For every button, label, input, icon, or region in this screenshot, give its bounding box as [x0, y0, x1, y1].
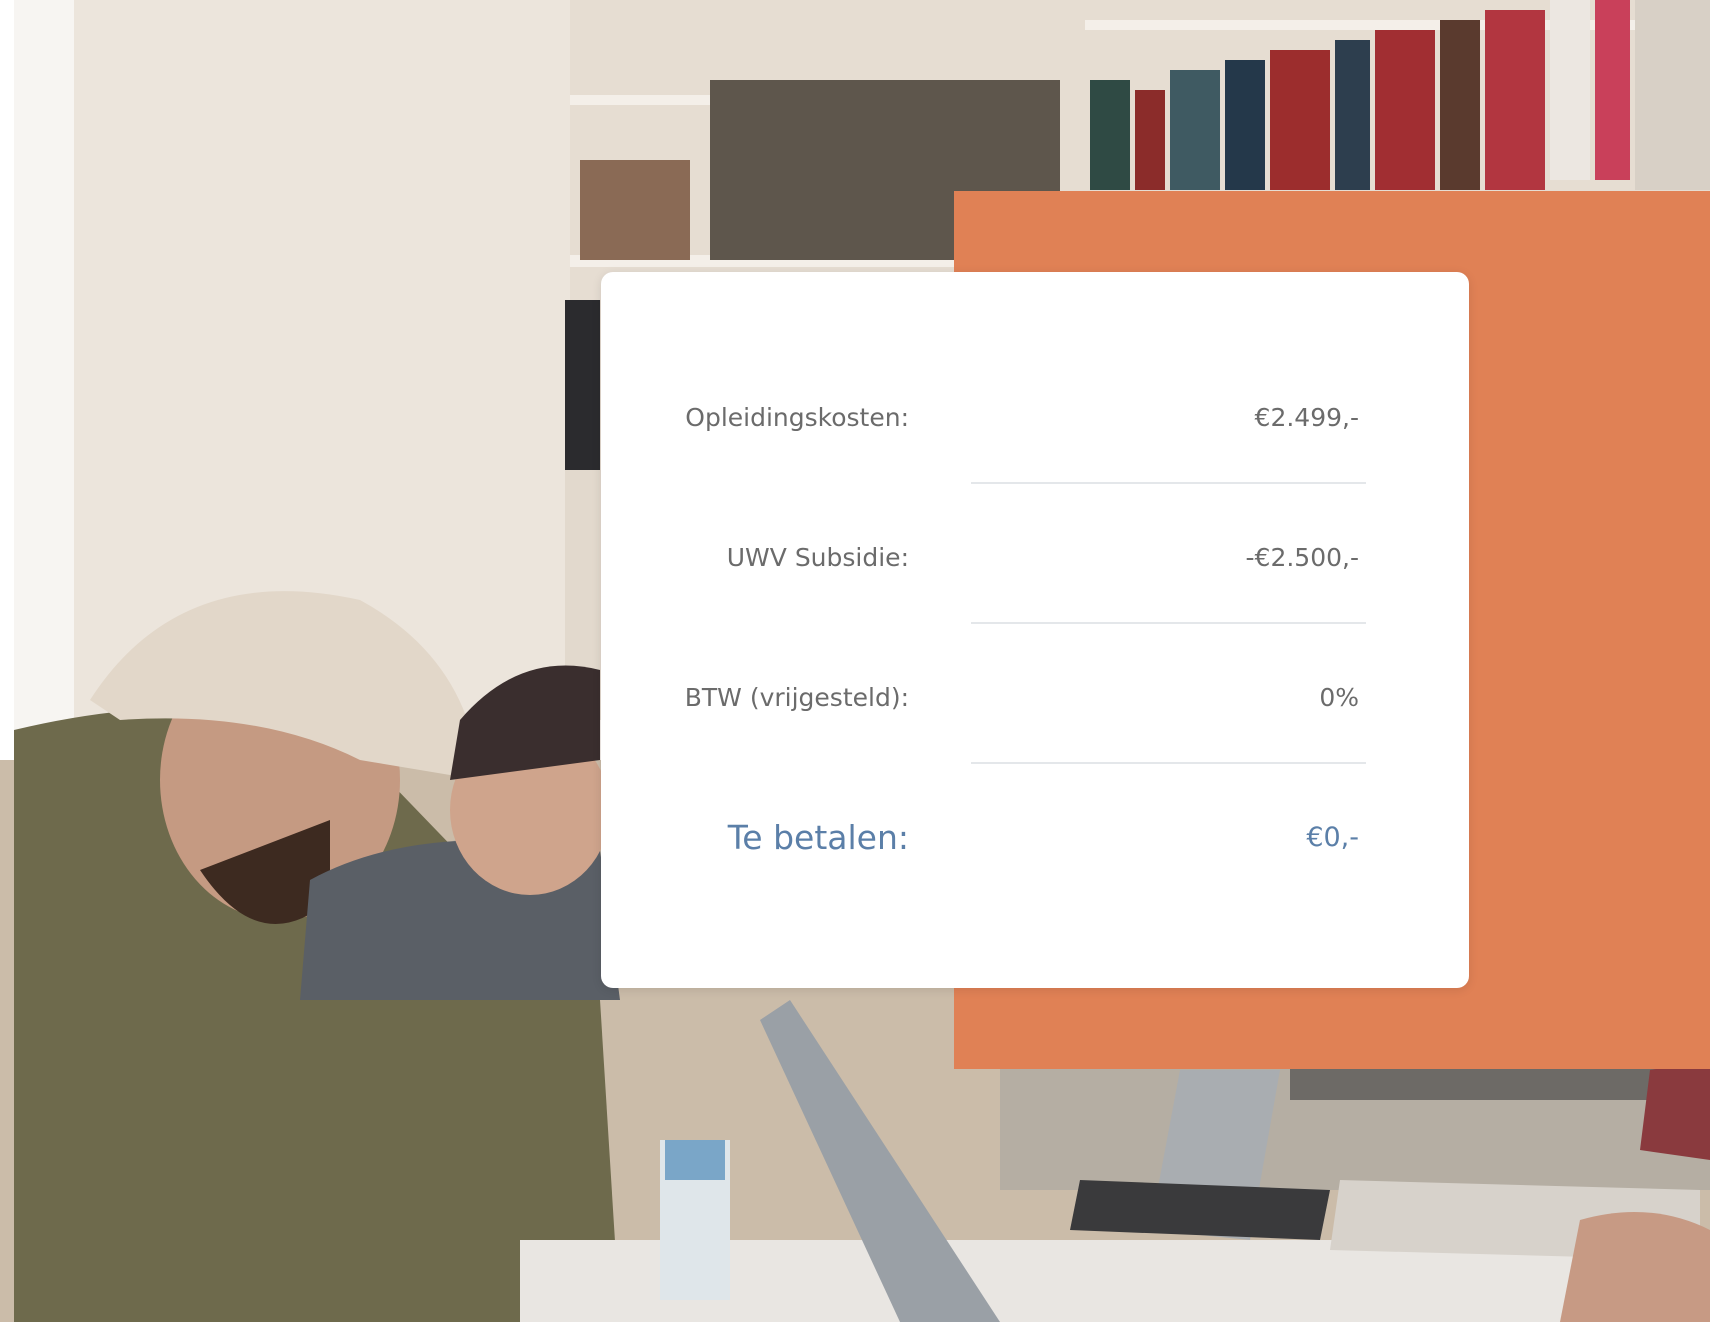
pricing-row-course-costs: Opleidingskosten: €2.499,- — [601, 388, 1469, 484]
divider — [971, 762, 1366, 764]
divider — [971, 482, 1366, 484]
vat-label: BTW (vrijgesteld): — [684, 683, 909, 712]
pricing-card: Opleidingskosten: €2.499,- UWV Subsidie:… — [601, 272, 1469, 988]
course-costs-label: Opleidingskosten: — [685, 403, 909, 432]
pricing-row-total: Te betalen: €0,- — [601, 808, 1469, 868]
total-value: €0,- — [1306, 822, 1359, 853]
vat-value: 0% — [1319, 683, 1359, 712]
course-costs-value: €2.499,- — [1254, 403, 1359, 432]
divider — [971, 622, 1366, 624]
uwv-subsidy-value: -€2.500,- — [1245, 543, 1359, 572]
total-label: Te betalen: — [727, 818, 909, 857]
uwv-subsidy-label: UWV Subsidie: — [726, 543, 909, 572]
pricing-row-uwv-subsidy: UWV Subsidie: -€2.500,- — [601, 528, 1469, 624]
pricing-row-vat: BTW (vrijgesteld): 0% — [601, 668, 1469, 764]
